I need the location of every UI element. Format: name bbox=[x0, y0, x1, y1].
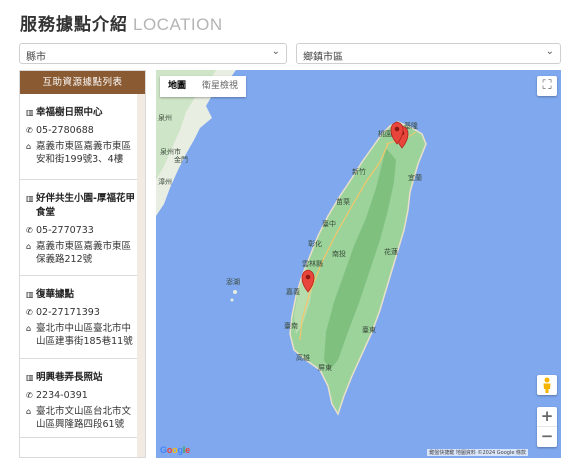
map-place-label: 漳州 bbox=[158, 177, 172, 186]
map-type-satellite-button[interactable]: 衛星檢視 bbox=[194, 76, 246, 97]
google-logo-letter: G bbox=[160, 445, 167, 455]
site-address: 臺北市文山區台北市文山區興隆路四段61號 bbox=[36, 406, 132, 430]
map-place-label: 泉州市 bbox=[160, 147, 181, 156]
phone-icon: ✆ bbox=[26, 126, 33, 135]
map-place-label: 苗栗 bbox=[336, 198, 350, 206]
home-icon: ⌂ bbox=[26, 324, 32, 333]
map-icon: ▥ bbox=[26, 108, 34, 117]
penghu-island bbox=[233, 290, 237, 294]
google-logo-letter: e bbox=[185, 445, 190, 455]
home-icon: ⌂ bbox=[26, 407, 32, 416]
map-canvas[interactable]: 基隆 桃園 新竹 臺中 彰化 雲林縣 嘉義 臺南 高雄 屏東 花蓮 臺東 宜蘭 … bbox=[156, 70, 561, 458]
home-icon: ⌂ bbox=[26, 242, 32, 251]
home-icon: ⌂ bbox=[26, 142, 32, 151]
site-name: 明興巷弄長照站 bbox=[36, 372, 103, 383]
site-item[interactable]: ▥ 明興巷弄長照站 ✆ 2234-0391 ⌂ 臺北市文山區台北市文山區興隆路四段61… bbox=[20, 359, 137, 438]
county-select[interactable]: 縣市 ⌄ bbox=[19, 43, 287, 64]
site-address: 嘉義市東區嘉義市東區安和街199號3、4樓 bbox=[36, 141, 132, 165]
map-place-label: 雲林縣 bbox=[302, 259, 323, 268]
map-icon: ▥ bbox=[26, 373, 34, 382]
google-logo: Google bbox=[160, 445, 190, 455]
map-icon: ▥ bbox=[26, 194, 34, 203]
map-icon: ▥ bbox=[26, 290, 34, 299]
map-place-label: 新竹 bbox=[352, 167, 366, 176]
page-subtitle: LOCATION bbox=[133, 15, 223, 34]
zoom-out-button[interactable]: − bbox=[537, 427, 557, 447]
site-item[interactable]: ▥ 好伴共生小園-厚福花甲食堂 ✆ 05-2770733 ⌂ 嘉義市東區嘉義市東區保義… bbox=[20, 180, 137, 276]
map-place-label: 臺南 bbox=[284, 321, 298, 330]
site-list-title: 互助資源據點列表 bbox=[20, 71, 145, 94]
pegman-icon bbox=[543, 377, 551, 393]
site-phone: 05-2780688 bbox=[36, 125, 94, 136]
street-view-button[interactable] bbox=[537, 375, 557, 395]
map-place-label: 花蓮 bbox=[384, 247, 398, 256]
map-place-label: 泉州 bbox=[158, 113, 172, 122]
county-select-value: 縣市 bbox=[26, 52, 46, 63]
map-type-control: 地圖 衛星檢視 bbox=[160, 76, 247, 97]
map-place-label: 澎湖 bbox=[226, 277, 240, 286]
map-place-label: 屏東 bbox=[318, 363, 332, 372]
map-place-label: 彰化 bbox=[308, 239, 322, 248]
map-tiles: 基隆 桃園 新竹 臺中 彰化 雲林縣 嘉義 臺南 高雄 屏東 花蓮 臺東 宜蘭 … bbox=[156, 70, 427, 416]
map-place-label: 金門 bbox=[174, 155, 188, 164]
site-name: 好伴共生小園-厚福花甲食堂 bbox=[36, 193, 135, 218]
chevron-down-icon: ⌄ bbox=[271, 46, 280, 57]
map-place-label: 臺東 bbox=[362, 325, 376, 334]
page-title: 服務據點介紹 bbox=[20, 15, 128, 35]
site-phone: 2234-0391 bbox=[36, 390, 88, 401]
phone-icon: ✆ bbox=[26, 226, 33, 235]
map-attribution[interactable]: 鍵盤快捷鍵 地圖資料 ©2024 Google 條款 bbox=[427, 449, 528, 456]
map-place-label: 南投 bbox=[332, 249, 346, 258]
fullscreen-icon: ⛶ bbox=[542, 78, 552, 93]
site-phone: 02-27171393 bbox=[36, 307, 100, 318]
map-place-label: 宜蘭 bbox=[408, 173, 422, 182]
page-heading: 服務據點介紹 LOCATION bbox=[20, 10, 223, 36]
town-select-value: 鄉鎮市區 bbox=[303, 52, 343, 63]
zoom-control: + − bbox=[537, 407, 557, 447]
map-place-label: 高雄 bbox=[296, 353, 310, 362]
kinmen-island bbox=[183, 145, 189, 151]
map-place-label: 桃園 bbox=[378, 129, 392, 138]
zoom-in-button[interactable]: + bbox=[537, 407, 557, 427]
site-list-panel: 互助資源據點列表 ▥ 幸福樹日照中心 ✆ 05-2780688 ⌂ 嘉義市東區嘉義市東… bbox=[19, 70, 146, 458]
map-place-label: 嘉義 bbox=[286, 287, 300, 296]
map-place-label: 臺中 bbox=[322, 219, 336, 228]
chevron-down-icon: ⌄ bbox=[545, 46, 554, 57]
site-address: 臺北市中山區臺北市中山區建事街185巷11號 bbox=[36, 323, 133, 347]
site-name: 幸福樹日照中心 bbox=[36, 107, 103, 118]
fullscreen-button[interactable]: ⛶ bbox=[537, 76, 557, 96]
site-item[interactable]: ▥ 幸福樹日照中心 ✆ 05-2780688 ⌂ 嘉義市東區嘉義市東區安和街199號3… bbox=[20, 102, 137, 180]
penghu-island bbox=[230, 298, 234, 302]
site-name: 復華據點 bbox=[36, 289, 75, 300]
site-phone: 05-2770733 bbox=[36, 225, 94, 236]
site-list: ▥ 幸福樹日照中心 ✆ 05-2780688 ⌂ 嘉義市東區嘉義市東區安和街199號3… bbox=[20, 94, 145, 457]
map-type-map-button[interactable]: 地圖 bbox=[160, 76, 194, 97]
phone-icon: ✆ bbox=[26, 391, 33, 400]
phone-icon: ✆ bbox=[26, 308, 33, 317]
site-item[interactable]: ▥ 復華據點 ✆ 02-27171393 ⌂ 臺北市中山區臺北市中山區建事街185巷1… bbox=[20, 276, 137, 359]
site-address: 嘉義市東區嘉義市東區保義路212號 bbox=[36, 241, 132, 265]
town-select[interactable]: 鄉鎮市區 ⌄ bbox=[296, 43, 561, 64]
